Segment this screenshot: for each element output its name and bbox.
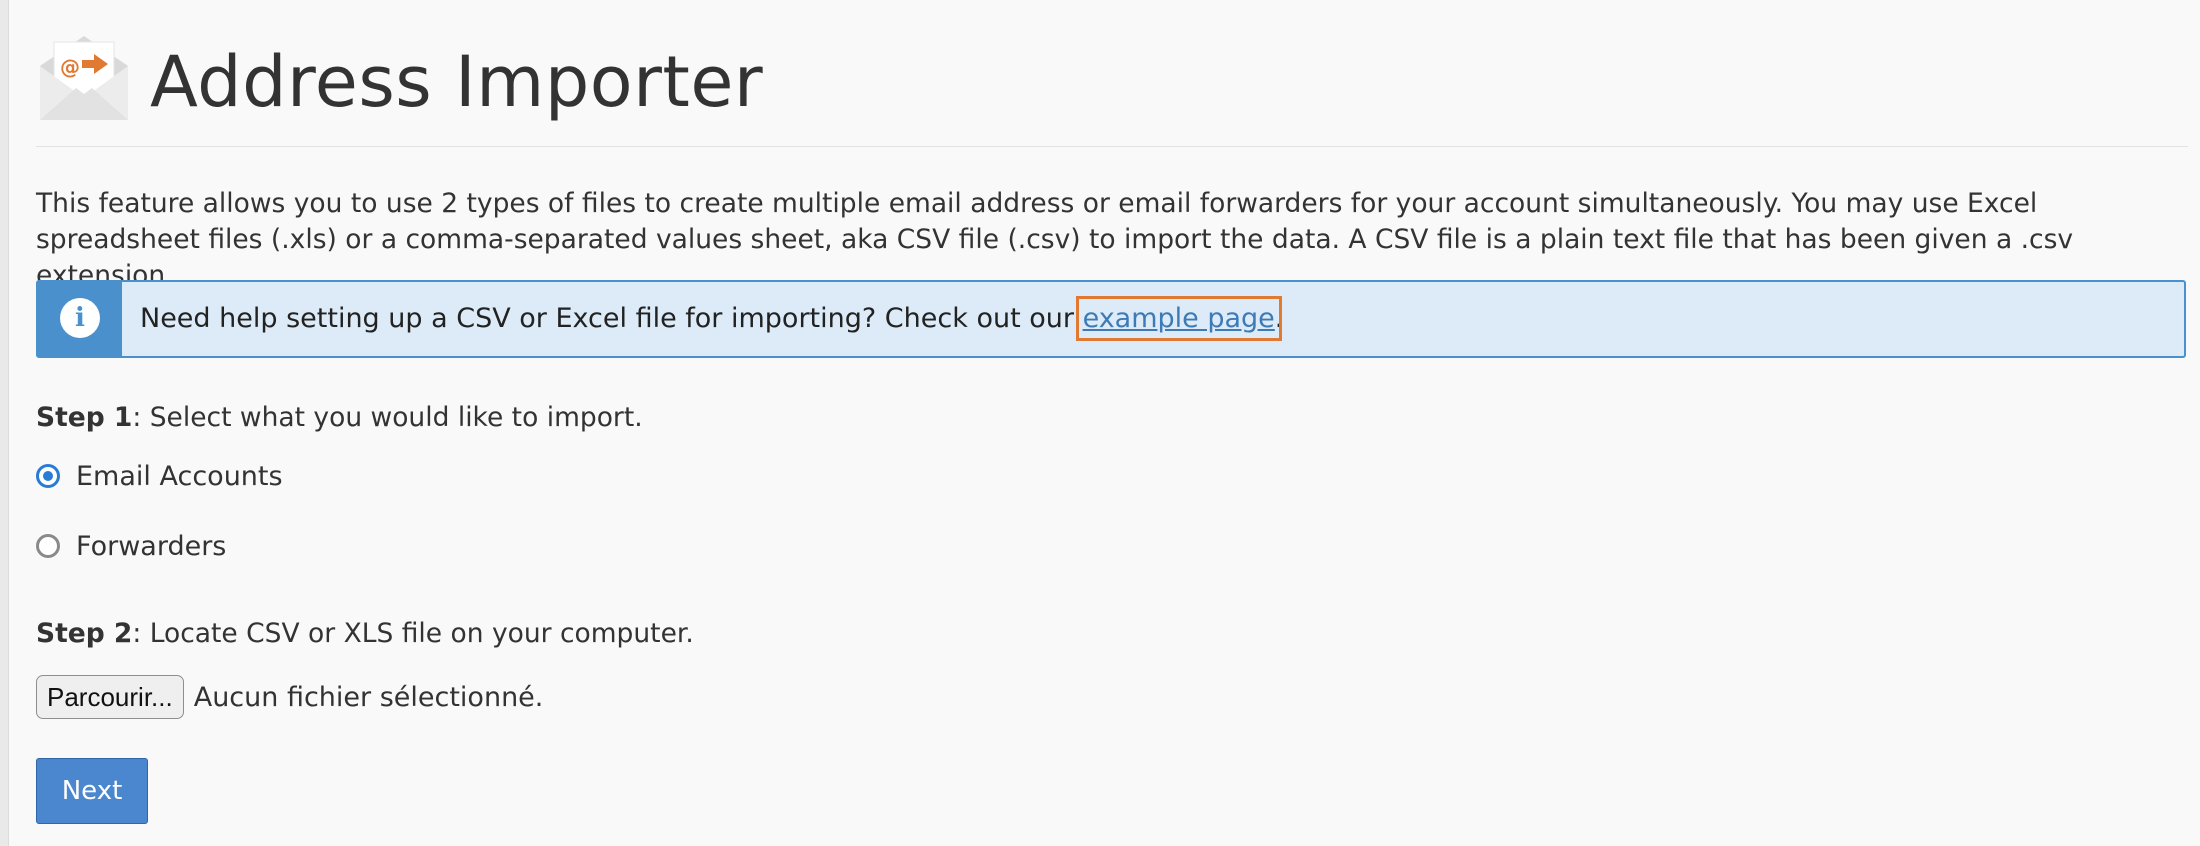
feature-description: This feature allows you to use 2 types o… bbox=[36, 188, 2074, 291]
callout-text-before: Need help setting up a CSV or Excel file… bbox=[140, 303, 1083, 334]
step-2-instruction: Step 2: Locate CSV or XLS file on your c… bbox=[36, 616, 694, 652]
callout-icon-area: i bbox=[38, 282, 122, 356]
radio-forwarders[interactable]: Forwarders bbox=[36, 528, 226, 564]
step-2-label: Step 2 bbox=[36, 618, 133, 649]
email-import-icon: @ bbox=[40, 36, 128, 120]
next-button[interactable]: Next bbox=[36, 758, 148, 824]
info-callout: i Need help setting up a CSV or Excel fi… bbox=[36, 280, 2186, 358]
browse-button[interactable]: Parcourir... bbox=[36, 675, 184, 719]
svg-text:@: @ bbox=[60, 55, 80, 79]
step-2-text: : Locate CSV or XLS file on your compute… bbox=[132, 618, 694, 649]
radio-button-selected[interactable] bbox=[36, 464, 60, 488]
callout-text-after: . bbox=[1274, 303, 1284, 334]
radio-forwarders-label: Forwarders bbox=[76, 530, 227, 562]
file-input: Parcourir... Aucun fichier sélectionné. bbox=[36, 674, 543, 720]
radio-email-accounts[interactable]: Email Accounts bbox=[36, 458, 283, 494]
file-status: Aucun fichier sélectionné. bbox=[193, 681, 544, 713]
radio-email-accounts-label: Email Accounts bbox=[76, 460, 283, 492]
left-rail bbox=[0, 0, 9, 846]
main-content: @ Address Importer This feature allows y… bbox=[36, 0, 2188, 824]
radio-button-unselected[interactable] bbox=[36, 534, 60, 558]
page-title: Address Importer bbox=[150, 41, 764, 123]
step-1-instruction: Step 1: Select what you would like to im… bbox=[36, 400, 643, 436]
info-icon: i bbox=[60, 298, 100, 338]
step-1-text: : Select what you would like to import. bbox=[132, 402, 643, 433]
example-page-link[interactable]: example page bbox=[1075, 296, 1282, 341]
page-header: @ Address Importer bbox=[36, 0, 2188, 147]
callout-text: Need help setting up a CSV or Excel file… bbox=[140, 296, 1284, 341]
step-1-label: Step 1 bbox=[36, 402, 133, 433]
